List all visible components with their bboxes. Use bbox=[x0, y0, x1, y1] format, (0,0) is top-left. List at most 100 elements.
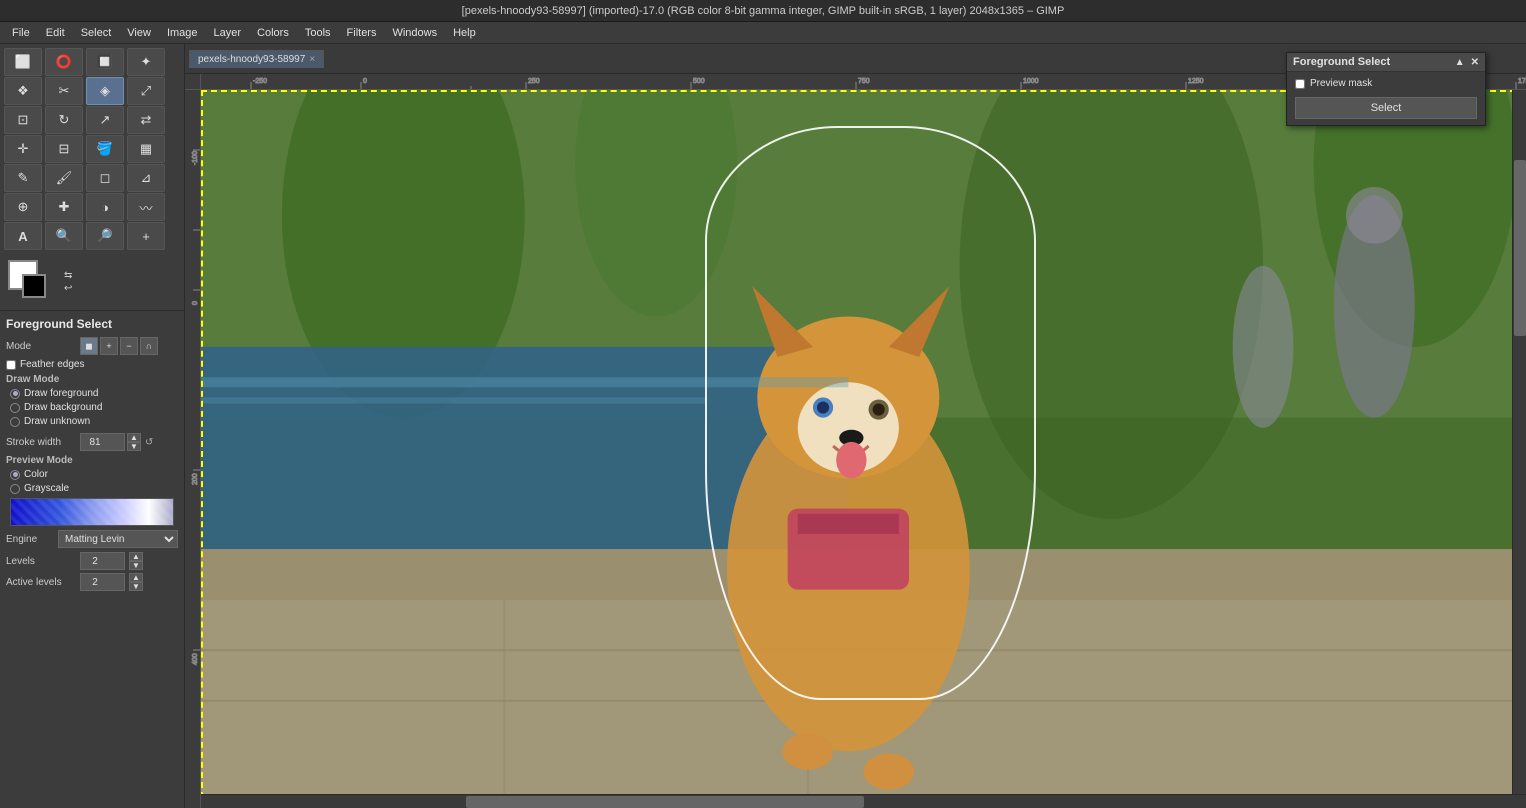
levels-down[interactable]: ▼ bbox=[129, 561, 143, 570]
mode-add[interactable]: + bbox=[100, 337, 118, 355]
vertical-scroll-thumb[interactable] bbox=[1514, 160, 1526, 336]
fg-dialog-close[interactable]: ✕ bbox=[1471, 57, 1479, 68]
stroke-width-down[interactable]: ▼ bbox=[127, 442, 141, 451]
tool-magnify[interactable]: + bbox=[127, 222, 165, 250]
mode-row: Mode ◼ + − ∩ bbox=[6, 337, 178, 355]
tool-flip[interactable]: ⇄ bbox=[127, 106, 165, 134]
menu-edit[interactable]: Edit bbox=[38, 25, 73, 41]
vertical-scrollbar[interactable] bbox=[1512, 90, 1526, 794]
tool-rotate[interactable]: ↻ bbox=[45, 106, 83, 134]
levels-input[interactable] bbox=[80, 552, 125, 570]
tool-rect-select[interactable]: ⬜ bbox=[4, 48, 42, 76]
menu-colors[interactable]: Colors bbox=[249, 25, 297, 41]
stroke-width-input[interactable] bbox=[80, 433, 125, 451]
main-layout: ⬜ ⭕ 🔲 ✦ ❖ ✂ ◈ ⤢ ⊡ ↻ ↗ ⇄ ✛ ⊟ 🪣 ▦ ✎ 🖌 ◻ ⊿ … bbox=[0, 44, 1526, 808]
mode-subtract[interactable]: − bbox=[120, 337, 138, 355]
preview-color-radio[interactable] bbox=[10, 470, 20, 480]
active-levels-input[interactable] bbox=[80, 573, 125, 591]
tool-select-by-color[interactable]: ❖ bbox=[4, 77, 42, 105]
menu-windows[interactable]: Windows bbox=[384, 25, 445, 41]
tool-fg-select[interactable]: ◈ bbox=[86, 77, 124, 105]
svg-text:1750: 1750 bbox=[1518, 78, 1526, 85]
tool-color-picker[interactable]: 🔍 bbox=[45, 222, 83, 250]
menu-file[interactable]: File bbox=[4, 25, 38, 41]
tool-eraser[interactable]: ◻ bbox=[86, 164, 124, 192]
menu-select[interactable]: Select bbox=[73, 25, 120, 41]
reset-stroke-icon[interactable]: ↺ bbox=[145, 437, 153, 448]
levels-label: Levels bbox=[6, 556, 76, 567]
tool-scissors-select[interactable]: ✂ bbox=[45, 77, 83, 105]
tool-bucket-fill[interactable]: 🪣 bbox=[86, 135, 124, 163]
tool-smudge[interactable]: 〰 bbox=[127, 193, 165, 221]
draw-background-row[interactable]: Draw background bbox=[10, 402, 178, 413]
svg-text:-100: -100 bbox=[192, 151, 199, 165]
engine-select[interactable]: Matting Levin Simple bbox=[58, 530, 178, 548]
tool-grid: ⬜ ⭕ 🔲 ✦ ❖ ✂ ◈ ⤢ ⊡ ↻ ↗ ⇄ ✛ ⊟ 🪣 ▦ ✎ 🖌 ◻ ⊿ … bbox=[0, 44, 184, 254]
active-levels-label: Active levels bbox=[6, 577, 76, 588]
svg-text:1000: 1000 bbox=[1023, 78, 1039, 85]
draw-unknown-row[interactable]: Draw unknown bbox=[10, 416, 178, 427]
feather-edges-checkbox[interactable] bbox=[6, 360, 16, 370]
tool-zoom[interactable]: 🔎 bbox=[86, 222, 124, 250]
menu-filters[interactable]: Filters bbox=[339, 25, 385, 41]
tool-scale[interactable]: ↗ bbox=[86, 106, 124, 134]
draw-foreground-radio[interactable] bbox=[10, 389, 20, 399]
tool-move[interactable]: ✛ bbox=[4, 135, 42, 163]
tool-dodge-burn[interactable]: ◑ bbox=[86, 193, 124, 221]
preview-color-label: Color bbox=[24, 469, 48, 480]
draw-unknown-radio[interactable] bbox=[10, 417, 20, 427]
mode-replace[interactable]: ◼ bbox=[80, 337, 98, 355]
stroke-width-input-group: ▲ ▼ ↺ bbox=[80, 433, 153, 451]
tool-crop[interactable]: ⊡ bbox=[4, 106, 42, 134]
menu-help[interactable]: Help bbox=[445, 25, 484, 41]
draw-background-radio[interactable] bbox=[10, 403, 20, 413]
tool-paintbrush[interactable]: 🖌 bbox=[45, 164, 83, 192]
fg-select-button[interactable]: Select bbox=[1295, 97, 1477, 119]
preview-grayscale-radio[interactable] bbox=[10, 484, 20, 494]
horizontal-scroll-thumb[interactable] bbox=[466, 796, 864, 808]
color-swatches: ⇆ ↩ bbox=[0, 254, 184, 310]
tool-ellipse-select[interactable]: ⭕ bbox=[45, 48, 83, 76]
menu-tools[interactable]: Tools bbox=[297, 25, 339, 41]
preview-mask-checkbox[interactable] bbox=[1295, 79, 1305, 89]
menu-layer[interactable]: Layer bbox=[206, 25, 250, 41]
tool-clone[interactable]: ⊕ bbox=[4, 193, 42, 221]
stroke-width-up[interactable]: ▲ bbox=[127, 433, 141, 442]
svg-text:0: 0 bbox=[363, 78, 367, 85]
tool-fuzzy-select[interactable]: ✦ bbox=[127, 48, 165, 76]
tool-airbrush[interactable]: ⊿ bbox=[127, 164, 165, 192]
reset-colors-icon[interactable]: ↩ bbox=[64, 283, 72, 294]
image-canvas[interactable] bbox=[201, 90, 1526, 808]
menu-image[interactable]: Image bbox=[159, 25, 206, 41]
tool-align[interactable]: ⊟ bbox=[45, 135, 83, 163]
swap-colors-icon[interactable]: ⇆ bbox=[64, 270, 72, 281]
title-text: [pexels-hnoody93-58997] (imported)-17.0 … bbox=[8, 5, 1518, 17]
menu-view[interactable]: View bbox=[119, 25, 159, 41]
canvas-area[interactable]: pexels-hnoody93-58997 × -250 0 250 500 7… bbox=[185, 44, 1526, 808]
background-color[interactable] bbox=[22, 274, 46, 298]
levels-up[interactable]: ▲ bbox=[129, 552, 143, 561]
tool-text[interactable]: A bbox=[4, 222, 42, 250]
ruler-vertical: -100 0 200 400 bbox=[185, 90, 201, 808]
fg-dialog-up-arrow[interactable]: ▲ bbox=[1455, 57, 1465, 68]
preview-mask-row[interactable]: Preview mask bbox=[1295, 78, 1477, 89]
mode-intersect[interactable]: ∩ bbox=[140, 337, 158, 355]
ruler-corner bbox=[185, 74, 201, 90]
feather-edges-row[interactable]: Feather edges bbox=[6, 359, 178, 370]
svg-text:0: 0 bbox=[192, 301, 199, 305]
horizontal-scrollbar[interactable] bbox=[201, 794, 1526, 808]
tool-blend[interactable]: ▦ bbox=[127, 135, 165, 163]
tool-transform[interactable]: ⤢ bbox=[127, 77, 165, 105]
canvas-tab[interactable]: pexels-hnoody93-58997 × bbox=[189, 50, 324, 68]
canvas-tab-close[interactable]: × bbox=[309, 54, 315, 65]
tool-pencil[interactable]: ✎ bbox=[4, 164, 42, 192]
active-levels-up[interactable]: ▲ bbox=[129, 573, 143, 582]
preview-color-row[interactable]: Color bbox=[10, 469, 178, 480]
draw-foreground-row[interactable]: Draw foreground bbox=[10, 388, 178, 399]
preview-grayscale-row[interactable]: Grayscale bbox=[10, 483, 178, 494]
tool-heal[interactable]: ✚ bbox=[45, 193, 83, 221]
active-levels-down[interactable]: ▼ bbox=[129, 582, 143, 591]
tool-free-select[interactable]: 🔲 bbox=[86, 48, 124, 76]
draw-unknown-label: Draw unknown bbox=[24, 416, 90, 427]
engine-row: Engine Matting Levin Simple bbox=[6, 530, 178, 548]
